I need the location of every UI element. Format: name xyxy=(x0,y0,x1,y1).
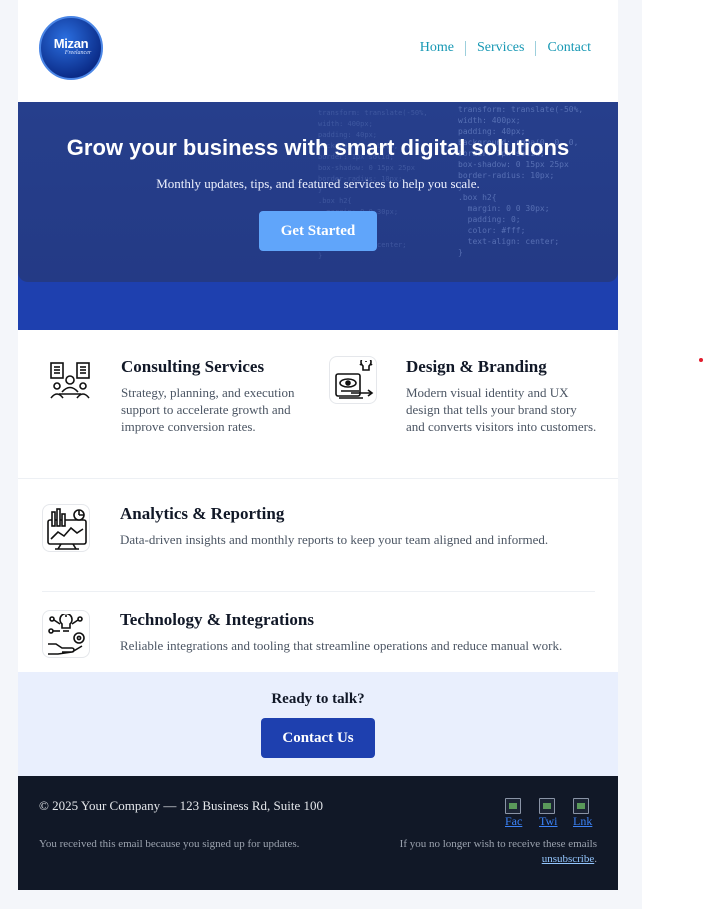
unsubscribe-link[interactable]: unsubscribe xyxy=(542,853,595,865)
service-description: Modern visual identity and UX design tha… xyxy=(406,385,597,434)
nav-services-link[interactable]: Services xyxy=(477,40,524,56)
contact-us-button[interactable]: Contact Us xyxy=(261,718,375,758)
logo-main-text: Mizan xyxy=(53,36,89,51)
service-title: Technology & Integrations xyxy=(120,610,314,629)
service-description: Data-driven insights and monthly reports… xyxy=(120,532,549,547)
unsubscribe-suffix: . xyxy=(594,853,597,865)
unsubscribe-prefix: If you no longer wish to receive these e… xyxy=(399,838,597,850)
email-footer: © 2025 Your Company — 123 Business Rd, S… xyxy=(18,776,618,890)
consulting-icon xyxy=(45,356,93,404)
facebook-icon xyxy=(505,798,521,814)
email-header: Mizan Freelancer Home Services Contact xyxy=(18,0,618,102)
hero-subtitle: Monthly updates, tips, and featured serv… xyxy=(156,176,480,191)
service-title: Analytics & Reporting xyxy=(120,504,285,523)
footer-copyright: © 2025 Your Company — 123 Business Rd, S… xyxy=(39,798,323,813)
cta-title: Ready to talk? xyxy=(271,691,365,707)
brand-logo[interactable]: Mizan Freelancer xyxy=(39,16,103,80)
logo-sub-text: Freelancer xyxy=(64,50,92,56)
get-started-button[interactable]: Get Started xyxy=(259,211,377,251)
hero-banner: transform: translate(-50%, width: 400px;… xyxy=(18,102,618,282)
cursor-dot xyxy=(699,358,703,362)
section-divider xyxy=(42,591,595,592)
top-nav: Home Services Contact xyxy=(420,40,591,56)
twitter-icon xyxy=(539,798,555,814)
nav-separator xyxy=(535,40,537,56)
design-icon xyxy=(329,356,377,404)
analytics-icon xyxy=(42,504,90,552)
email-container: Mizan Freelancer Home Services Contact t… xyxy=(18,0,618,890)
footer-signup-reason: You received this email because you sign… xyxy=(39,838,300,850)
facebook-link[interactable]: Fac xyxy=(505,798,527,828)
service-description: Reliable integrations and tooling that s… xyxy=(120,638,563,653)
linkedin-icon xyxy=(573,798,589,814)
nav-separator xyxy=(465,40,467,56)
page-background-right xyxy=(618,0,642,909)
page-background-bottom xyxy=(0,890,642,909)
footer-unsubscribe-note: If you no longer wish to receive these e… xyxy=(357,837,597,867)
section-divider xyxy=(18,478,618,479)
service-title: Consulting Services xyxy=(121,357,265,376)
twitter-link[interactable]: Twi xyxy=(539,798,561,828)
nav-contact-link[interactable]: Contact xyxy=(547,40,591,56)
linkedin-alt-text: Lnk xyxy=(573,814,593,828)
service-description: Strategy, planning, and execution suppor… xyxy=(121,385,295,434)
twitter-alt-text: Twi xyxy=(539,814,558,828)
hero-title: Grow your business with smart digital so… xyxy=(66,135,570,160)
page-background xyxy=(0,0,18,909)
nav-home-link[interactable]: Home xyxy=(420,40,454,56)
linkedin-link[interactable]: Lnk xyxy=(573,798,595,828)
technology-icon xyxy=(42,610,90,658)
cta-section: Ready to talk? Contact Us xyxy=(18,672,618,776)
facebook-alt-text: Fac xyxy=(505,814,523,828)
service-title: Design & Branding xyxy=(406,357,547,376)
